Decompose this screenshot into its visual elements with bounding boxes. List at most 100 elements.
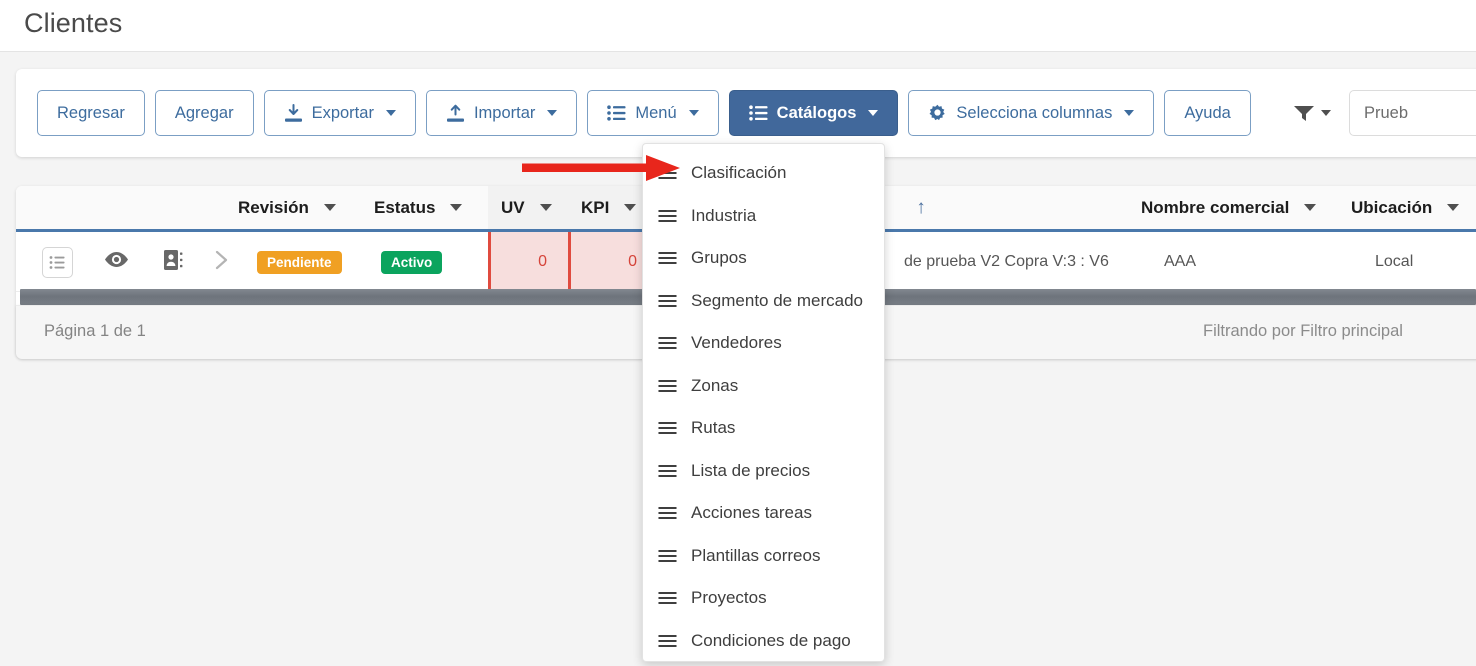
menu-item-label: Grupos xyxy=(691,248,747,268)
menu-item-label: Proyectos xyxy=(691,588,767,608)
toolbar-button-agregar[interactable]: Agregar xyxy=(154,90,254,136)
column-header-nombre-comercial[interactable]: Nombre comercial xyxy=(1141,186,1341,229)
list-lines-icon xyxy=(658,549,677,563)
status-badge: Pendiente xyxy=(257,250,342,274)
menu-item-segmento-de-mercado[interactable]: Segmento de mercado xyxy=(643,280,884,323)
menu-item-label: Vendedores xyxy=(691,333,782,353)
toolbar-button-label: Ayuda xyxy=(1184,103,1231,122)
menu-item-vendedores[interactable]: Vendedores xyxy=(643,322,884,365)
menu-item-label: Acciones tareas xyxy=(691,503,812,523)
list-lines-icon xyxy=(658,336,677,350)
list-lines-icon xyxy=(658,421,677,435)
menu-item-label: Clasificación xyxy=(691,163,787,183)
menu-item-acciones-tareas[interactable]: Acciones tareas xyxy=(643,492,884,535)
list-icon xyxy=(748,105,768,121)
list-lines-icon xyxy=(658,294,677,308)
toolbar-button-group: Regresar Agregar Exportar Importar Menú Catál… xyxy=(37,90,1251,136)
funnel-icon[interactable] xyxy=(1293,104,1331,122)
toolbar-button-men-[interactable]: Menú xyxy=(587,90,719,136)
contact-card-icon[interactable] xyxy=(164,249,183,275)
chevron-down-icon xyxy=(323,204,336,211)
toolbar-button-ayuda[interactable]: Ayuda xyxy=(1164,90,1251,136)
menu-item-zonas[interactable]: Zonas xyxy=(643,365,884,408)
toolbar-button-selecciona-columnas[interactable]: Selecciona columnas xyxy=(908,90,1155,136)
toolbar-button-cat-logos[interactable]: Catálogos xyxy=(728,90,899,136)
toolbar-button-label: Regresar xyxy=(57,103,125,122)
chevron-down-icon xyxy=(1124,110,1135,116)
upload-icon xyxy=(446,104,465,123)
toolbar-filter-zone xyxy=(1293,90,1476,136)
list-lines-icon xyxy=(658,464,677,478)
revision-badge: Pendiente xyxy=(257,232,342,292)
menu-item-label: Condiciones de pago xyxy=(691,630,851,650)
list-lines-icon xyxy=(658,634,677,648)
page-title: Clientes xyxy=(24,8,123,38)
chevron-down-icon xyxy=(539,204,552,211)
catalogos-dropdown-menu: Clasificación Industria Grupos Segmento de … xyxy=(642,143,885,662)
menu-item-plantillas-correos[interactable]: Plantillas correos xyxy=(643,535,884,578)
menu-item-rutas[interactable]: Rutas xyxy=(643,407,884,450)
search-input[interactable] xyxy=(1349,90,1476,136)
toolbar-button-importar[interactable]: Importar xyxy=(425,90,578,136)
chevron-down-icon xyxy=(688,110,699,116)
estatus-badge: Activo xyxy=(381,232,443,292)
list-icon xyxy=(607,105,626,121)
toolbar-button-label: Catálogos xyxy=(776,103,857,122)
menu-item-label: Plantillas correos xyxy=(691,545,821,565)
filter-status-text: Filtrando por Filtro principal xyxy=(1203,322,1403,340)
cell-nombre: de prueba V2 Copra V:3 : V6 xyxy=(904,253,1109,270)
menu-item-label: Lista de precios xyxy=(691,460,811,480)
menu-item-lista-de-precios[interactable]: Lista de precios xyxy=(643,450,884,493)
toolbar-button-label: Importar xyxy=(473,103,536,122)
column-header-revision[interactable]: Revisión xyxy=(238,186,364,229)
chevron-down-icon xyxy=(385,110,396,116)
contact-card-button[interactable] xyxy=(164,232,183,292)
toolbar-button-label: Selecciona columnas xyxy=(956,103,1113,122)
menu-item-clasificaci-n[interactable]: Clasificación xyxy=(643,152,884,195)
row-actions-button[interactable] xyxy=(42,232,73,292)
gear-icon xyxy=(928,104,947,123)
chevron-down-icon xyxy=(868,110,879,116)
list-lines-icon[interactable] xyxy=(42,246,73,278)
expand-row-button[interactable] xyxy=(215,232,229,292)
chevron-down-icon xyxy=(547,110,558,116)
view-row-button[interactable] xyxy=(104,232,129,292)
column-header-estatus[interactable]: Estatus xyxy=(374,186,492,229)
pagination-info: Página 1 de 1 xyxy=(44,322,146,340)
menu-item-label: Segmento de mercado xyxy=(691,290,863,310)
menu-item-condiciones-de-pago[interactable]: Condiciones de pago xyxy=(643,620,884,663)
toolbar-button-regresar[interactable]: Regresar xyxy=(37,90,145,136)
page-header: Clientes xyxy=(0,0,1476,52)
chevron-down-icon xyxy=(624,204,637,211)
column-header-uv[interactable]: UV xyxy=(488,186,568,229)
menu-item-grupos[interactable]: Grupos xyxy=(643,237,884,280)
menu-item-label: Rutas xyxy=(691,418,736,438)
list-lines-icon xyxy=(658,209,677,223)
toolbar-button-label: Exportar xyxy=(311,103,374,122)
toolbar-button-exportar[interactable]: Exportar xyxy=(263,90,416,136)
chevron-down-icon xyxy=(1304,204,1317,211)
status-badge: Activo xyxy=(381,250,443,274)
toolbar-button-label: Agregar xyxy=(174,103,234,122)
app-root: Clientes Regresar Agregar Exportar Importar… xyxy=(0,0,1476,666)
list-lines-icon xyxy=(658,591,677,605)
toolbar-button-label: Menú xyxy=(635,103,677,122)
list-lines-icon xyxy=(658,506,677,520)
cell-uv: 0 xyxy=(488,232,568,292)
chevron-down-icon xyxy=(1447,204,1460,211)
menu-item-label: Zonas xyxy=(691,375,739,395)
eye-icon[interactable] xyxy=(104,251,129,273)
menu-item-industria[interactable]: Industria xyxy=(643,195,884,238)
download-icon xyxy=(284,103,303,123)
cell-nombre-comercial: AAA xyxy=(1164,253,1197,270)
chevron-right-icon[interactable] xyxy=(215,250,229,275)
column-header-ubicacion[interactable]: Ubicación xyxy=(1351,186,1476,229)
menu-item-label: Industria xyxy=(691,205,757,225)
chevron-down-icon xyxy=(450,204,463,211)
list-lines-icon xyxy=(658,166,677,180)
column-header-sort-indicator[interactable]: ↑ xyxy=(901,186,941,229)
list-lines-icon xyxy=(658,379,677,393)
list-lines-icon xyxy=(658,251,677,265)
menu-item-proyectos[interactable]: Proyectos xyxy=(643,577,884,620)
chevron-down-icon xyxy=(1321,110,1331,116)
